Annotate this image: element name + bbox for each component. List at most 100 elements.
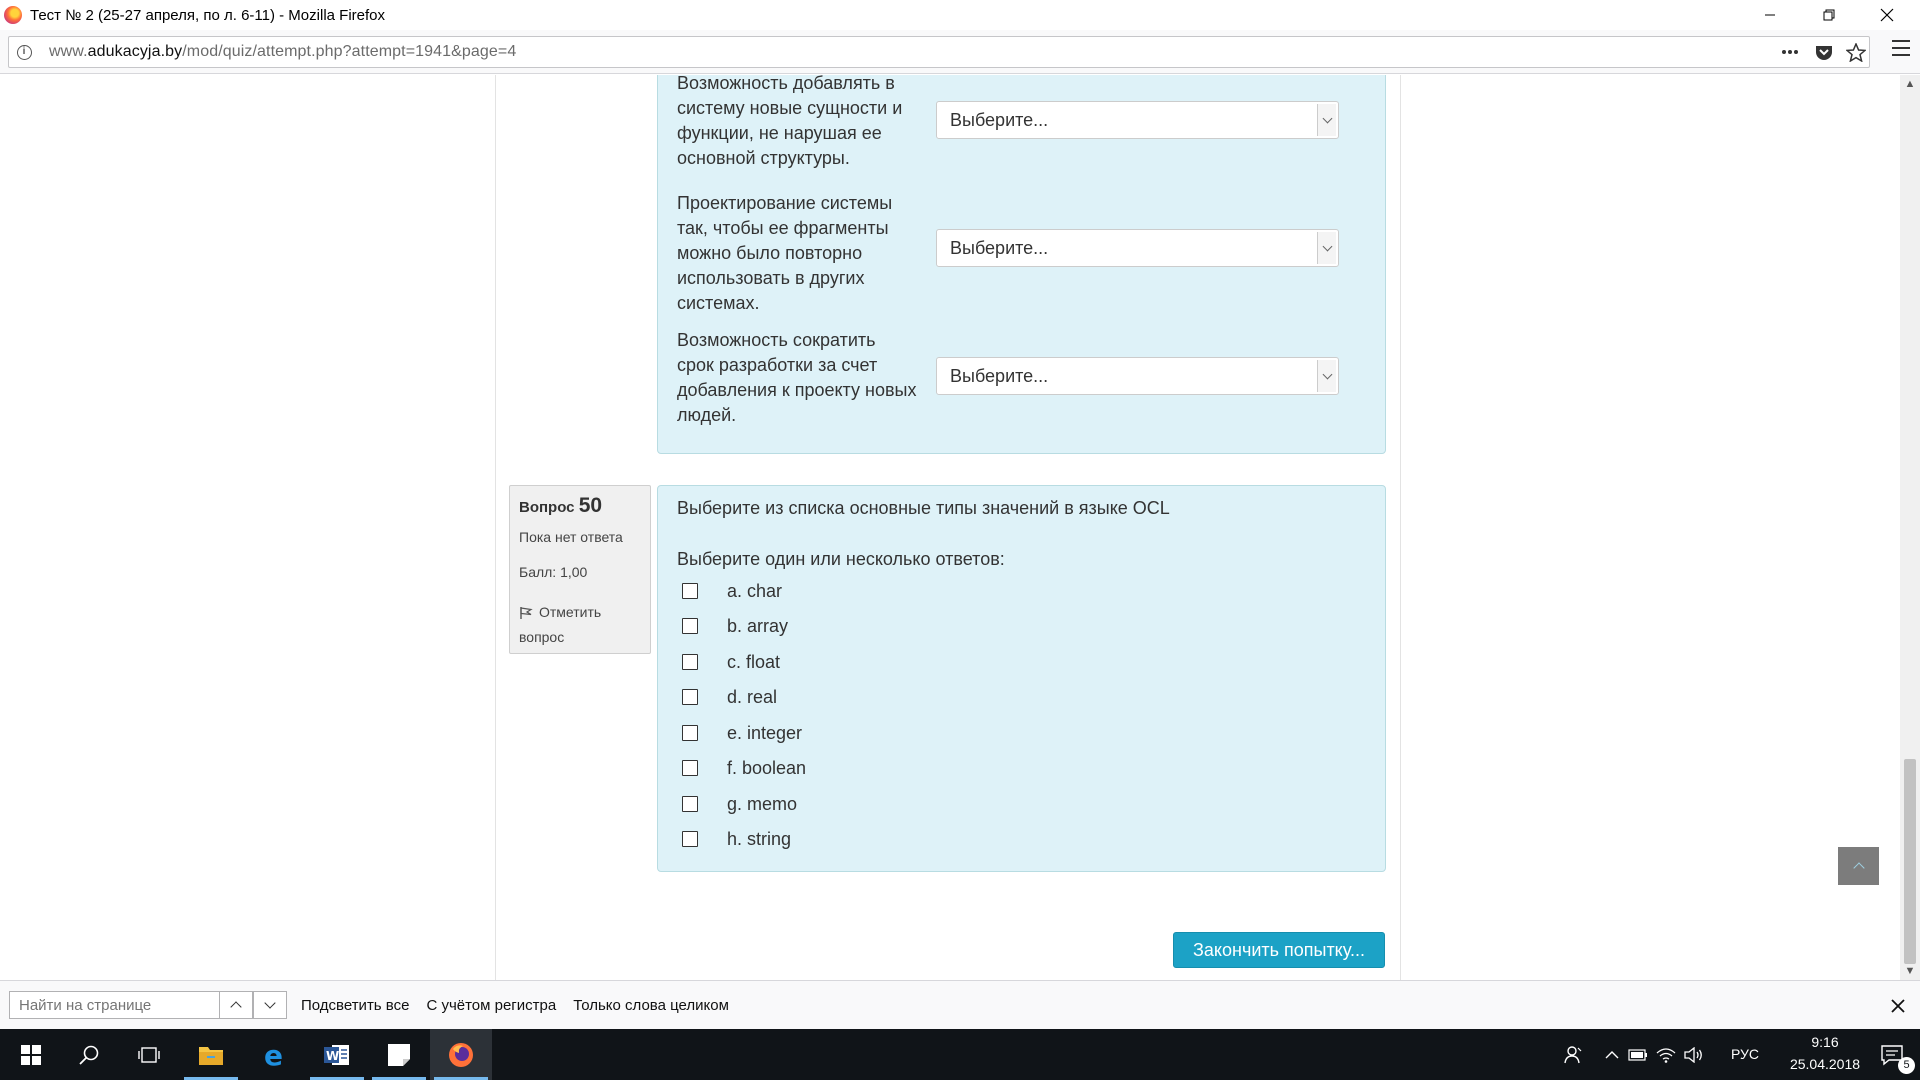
- back-to-top-button[interactable]: [1838, 847, 1879, 885]
- answer-label[interactable]: g. memo: [727, 794, 797, 815]
- close-icon: [1891, 999, 1905, 1013]
- find-close-button[interactable]: [1891, 993, 1905, 1019]
- clock-date[interactable]: 25.04.2018: [1775, 1056, 1875, 1072]
- file-explorer-button[interactable]: [180, 1029, 242, 1080]
- select-value: Выберите...: [950, 365, 1049, 386]
- info-icon: i: [16, 44, 32, 60]
- chevron-down-icon: [1317, 360, 1336, 392]
- answer-prompt: Выберите один или несколько ответов:: [677, 549, 1005, 569]
- minimize-button[interactable]: [1742, 0, 1798, 30]
- scrollbar-thumb[interactable]: [1904, 759, 1916, 964]
- question-number: Вопрос 50: [519, 494, 602, 518]
- answer-label[interactable]: h. string: [727, 829, 791, 850]
- flag-icon: [520, 607, 533, 619]
- restore-button[interactable]: [1801, 0, 1857, 30]
- answer-checkbox[interactable]: [682, 796, 698, 812]
- vertical-scrollbar[interactable]: ▲ ▼: [1900, 75, 1920, 980]
- matching-select[interactable]: Выберите...: [936, 229, 1339, 267]
- address-bar[interactable]: i www.adukacyja.by/mod/quiz/attempt.php?…: [8, 36, 1870, 68]
- matching-select[interactable]: Выберите...: [936, 101, 1339, 139]
- edge-icon: e: [264, 1042, 283, 1068]
- scroll-down-arrow-icon[interactable]: ▼: [1900, 962, 1920, 980]
- action-center-button[interactable]: 5: [1866, 1029, 1920, 1080]
- find-next-button[interactable]: [253, 991, 287, 1019]
- matching-row-label: Возможность добавлять в систему новые су…: [677, 75, 903, 168]
- answer-checkbox[interactable]: [682, 618, 698, 634]
- find-input[interactable]: [9, 991, 219, 1019]
- network-button[interactable]: [1652, 1029, 1680, 1080]
- search-icon: [79, 1045, 99, 1065]
- pocket-button[interactable]: [1807, 37, 1841, 67]
- match-case-toggle[interactable]: С учётом регистра: [426, 997, 556, 1014]
- site-info-button[interactable]: i: [9, 37, 39, 67]
- answer-checkbox[interactable]: [682, 725, 698, 741]
- answer-checkbox[interactable]: [682, 654, 698, 670]
- people-icon: [1564, 1045, 1582, 1063]
- flag-question-link[interactable]: Отметить вопрос: [519, 600, 629, 650]
- finish-attempt-button[interactable]: Закончить попытку...: [1173, 932, 1385, 968]
- answer-label[interactable]: a. char: [727, 581, 782, 602]
- whole-words-toggle[interactable]: Только слова целиком: [573, 997, 729, 1014]
- chevron-down-icon: [1317, 232, 1336, 264]
- answer-option[interactable]: d. real: [682, 684, 777, 710]
- windows-logo-icon: [21, 1044, 41, 1065]
- matching-select[interactable]: Выберите...: [936, 357, 1339, 395]
- scroll-up-arrow-icon[interactable]: ▲: [1900, 75, 1920, 93]
- chevron-down-icon: [1317, 104, 1336, 136]
- url-domain: adukacyja.by: [87, 43, 183, 60]
- answer-checkbox[interactable]: [682, 831, 698, 847]
- svg-text:e: e: [264, 1042, 283, 1068]
- answer-option[interactable]: c. float: [682, 649, 780, 675]
- word-button[interactable]: W: [306, 1029, 368, 1080]
- close-button[interactable]: [1859, 0, 1915, 30]
- people-button[interactable]: [1543, 1029, 1605, 1080]
- answer-label[interactable]: e. integer: [727, 723, 802, 744]
- close-icon: [1880, 8, 1894, 22]
- answer-option[interactable]: a. char: [682, 578, 782, 604]
- speaker-icon: [1684, 1046, 1702, 1063]
- answer-label[interactable]: b. array: [727, 616, 788, 637]
- search-button[interactable]: [58, 1029, 120, 1080]
- star-icon: [1846, 42, 1866, 62]
- answer-option[interactable]: b. array: [682, 613, 788, 639]
- notification-count-badge: 5: [1898, 1057, 1915, 1074]
- firefox-icon: [449, 1042, 473, 1067]
- volume-button[interactable]: [1680, 1029, 1708, 1080]
- answer-label[interactable]: f. boolean: [727, 758, 806, 779]
- question-grade: Балл: 1,00: [519, 564, 588, 580]
- page-actions-button[interactable]: [1773, 37, 1807, 67]
- answer-checkbox[interactable]: [682, 583, 698, 599]
- word-icon: W: [324, 1044, 349, 1065]
- input-language[interactable]: РУС: [1731, 1046, 1759, 1062]
- bookmark-star-button[interactable]: [1839, 37, 1873, 67]
- url-text[interactable]: www.adukacyja.by/mod/quiz/attempt.php?at…: [49, 43, 516, 61]
- answer-checkbox[interactable]: [682, 760, 698, 776]
- start-button[interactable]: [0, 1029, 62, 1080]
- answer-label[interactable]: c. float: [727, 652, 780, 673]
- answer-checkbox[interactable]: [682, 689, 698, 705]
- battery-icon: [1628, 1048, 1647, 1061]
- question-status: Пока нет ответа: [519, 529, 623, 545]
- wifi-icon: [1656, 1047, 1676, 1063]
- task-view-button[interactable]: [118, 1029, 180, 1080]
- answer-option[interactable]: f. boolean: [682, 755, 806, 781]
- chevron-up-icon: [1605, 1050, 1619, 1058]
- answer-label[interactable]: d. real: [727, 687, 777, 708]
- question-number-value: 50: [578, 494, 603, 517]
- highlight-all-toggle[interactable]: Подсветить все: [301, 997, 409, 1014]
- windows-taskbar: e W РУС 9:16 25.04.2018 5: [0, 1029, 1920, 1080]
- clock-time[interactable]: 9:16: [1795, 1034, 1855, 1050]
- svg-text:W: W: [326, 1049, 339, 1063]
- answer-option[interactable]: e. integer: [682, 720, 802, 746]
- firefox-logo-icon: [4, 6, 22, 24]
- hamburger-menu-icon[interactable]: [1892, 40, 1910, 56]
- firefox-taskbar-button[interactable]: [430, 1029, 492, 1080]
- answer-option[interactable]: g. memo: [682, 791, 797, 817]
- edge-button[interactable]: e: [244, 1029, 306, 1080]
- battery-button[interactable]: [1624, 1029, 1652, 1080]
- question-prefix: Вопрос: [519, 499, 575, 516]
- show-hidden-icons-button[interactable]: [1600, 1029, 1624, 1080]
- find-previous-button[interactable]: [219, 991, 253, 1019]
- answer-option[interactable]: h. string: [682, 826, 791, 852]
- sticky-notes-button[interactable]: [368, 1029, 430, 1080]
